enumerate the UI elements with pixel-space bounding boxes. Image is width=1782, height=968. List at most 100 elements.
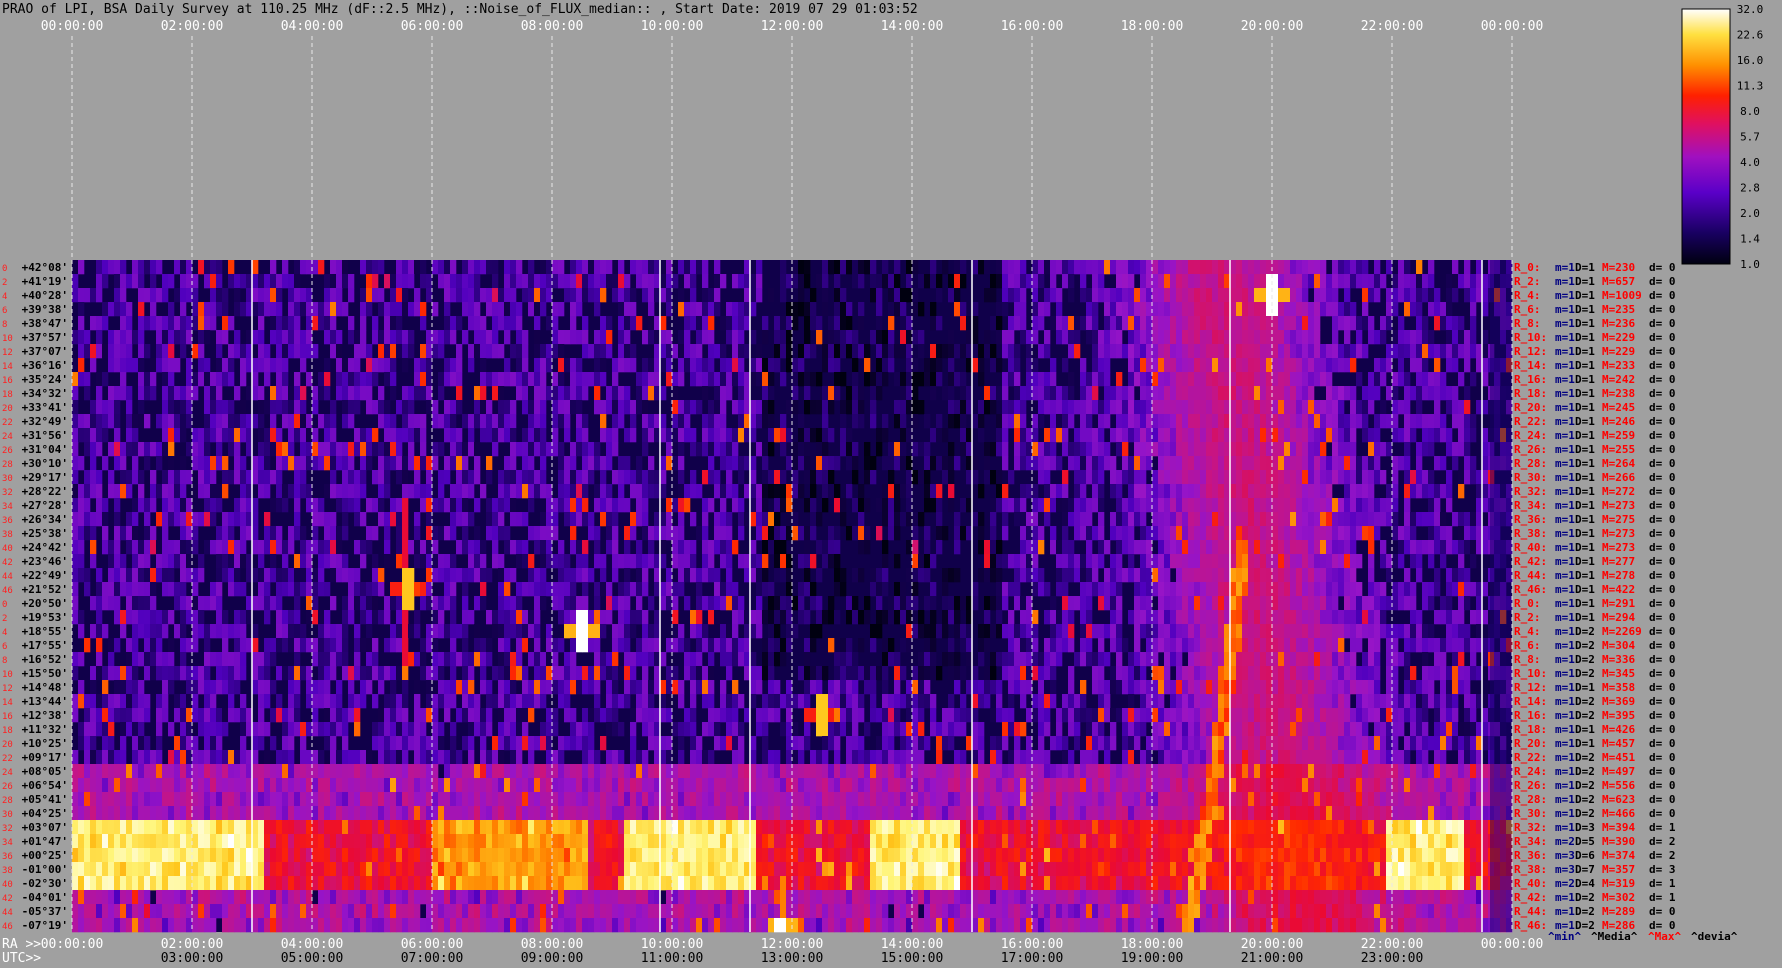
heat-cell	[948, 414, 955, 429]
heat-cell	[1092, 344, 1099, 359]
heat-cell	[480, 358, 487, 373]
heat-cell	[864, 260, 871, 275]
heat-cell	[204, 484, 211, 499]
heat-cell	[594, 638, 601, 653]
heat-cell	[816, 442, 823, 457]
heat-cell	[1242, 512, 1249, 527]
heat-cell	[1350, 344, 1357, 359]
heat-cell	[1038, 400, 1045, 415]
heat-cell	[1164, 624, 1171, 639]
heat-cell	[1260, 638, 1267, 653]
heat-cell	[564, 568, 571, 583]
heat-cell	[1086, 428, 1093, 443]
heat-cell	[990, 344, 997, 359]
heat-cell	[330, 554, 337, 569]
heat-cell	[1410, 358, 1417, 373]
heat-cell	[294, 582, 301, 597]
heat-cell	[1152, 330, 1159, 345]
heat-cell	[672, 610, 679, 625]
heat-cell	[1026, 456, 1033, 471]
heat-cell	[546, 624, 553, 639]
heat-cell	[324, 302, 331, 317]
heat-cell	[480, 316, 487, 331]
heat-cell	[540, 554, 547, 569]
heat-cell	[90, 442, 97, 457]
heat-cell	[1164, 428, 1171, 443]
heat-cell	[726, 568, 733, 583]
heat-cell	[72, 330, 79, 345]
heat-cell	[780, 596, 787, 611]
heat-cell	[570, 484, 577, 499]
heat-cell	[696, 302, 703, 317]
heat-cell	[462, 302, 469, 317]
heat-cell	[942, 526, 949, 541]
heat-cell	[348, 274, 355, 289]
heat-cell	[1056, 540, 1063, 555]
heat-cell	[624, 568, 631, 583]
heat-cell	[612, 498, 619, 513]
heat-cell	[846, 260, 853, 275]
heat-cell	[426, 358, 433, 373]
heat-cell	[354, 568, 361, 583]
heat-cell	[978, 372, 985, 387]
heat-cell	[258, 274, 265, 289]
heat-cell	[1344, 358, 1351, 373]
heat-cell	[366, 456, 373, 471]
heat-cell	[174, 624, 181, 639]
heat-cell	[1284, 484, 1291, 499]
heat-cell	[420, 372, 427, 387]
heat-cell	[564, 428, 571, 443]
heat-cell	[1176, 274, 1183, 289]
heat-cell	[636, 498, 643, 513]
heat-cell	[1152, 386, 1159, 401]
heat-cell	[1416, 330, 1423, 345]
heat-cell	[294, 568, 301, 583]
heat-cell	[570, 330, 577, 345]
heat-cell	[228, 344, 235, 359]
heat-cell	[132, 638, 139, 653]
heat-cell	[438, 260, 445, 275]
heat-cell	[498, 596, 505, 611]
heat-cell	[690, 624, 697, 639]
heat-cell	[660, 596, 667, 611]
heat-cell	[996, 610, 1003, 625]
heat-cell	[924, 540, 931, 555]
heat-cell	[1104, 386, 1111, 401]
heat-cell	[858, 260, 865, 275]
heat-cell	[804, 344, 811, 359]
heat-cell	[954, 260, 961, 275]
heat-cell	[1422, 386, 1429, 401]
heat-cell	[1434, 498, 1441, 513]
heat-cell	[306, 568, 313, 583]
heat-cell	[1116, 344, 1123, 359]
heat-cell	[1080, 260, 1087, 275]
heat-cell	[828, 554, 835, 569]
heat-cell	[1176, 610, 1183, 625]
heat-cell	[456, 512, 463, 527]
heat-cell	[1218, 624, 1225, 639]
heat-cell	[1356, 344, 1363, 359]
heat-cell	[1098, 484, 1105, 499]
heat-cell	[228, 554, 235, 569]
heat-cell	[78, 554, 85, 569]
heat-cell	[162, 554, 169, 569]
heat-cell	[360, 484, 367, 499]
heat-cell	[1266, 568, 1273, 583]
heat-cell	[1260, 512, 1267, 527]
heat-cell	[186, 540, 193, 555]
heat-cell	[276, 302, 283, 317]
heat-cell	[876, 428, 883, 443]
heat-cell	[216, 484, 223, 499]
heat-cell	[1044, 484, 1051, 499]
heat-cell	[1242, 582, 1249, 597]
heat-cell	[690, 274, 697, 289]
heat-cell	[1452, 386, 1459, 401]
heat-cell	[306, 484, 313, 499]
heat-cell	[390, 596, 397, 611]
heat-cell	[324, 316, 331, 331]
heat-cell	[786, 330, 793, 345]
heat-cell	[768, 484, 775, 499]
heat-cell	[156, 512, 163, 527]
heat-cell	[1302, 610, 1309, 625]
heat-cell	[1002, 498, 1009, 513]
